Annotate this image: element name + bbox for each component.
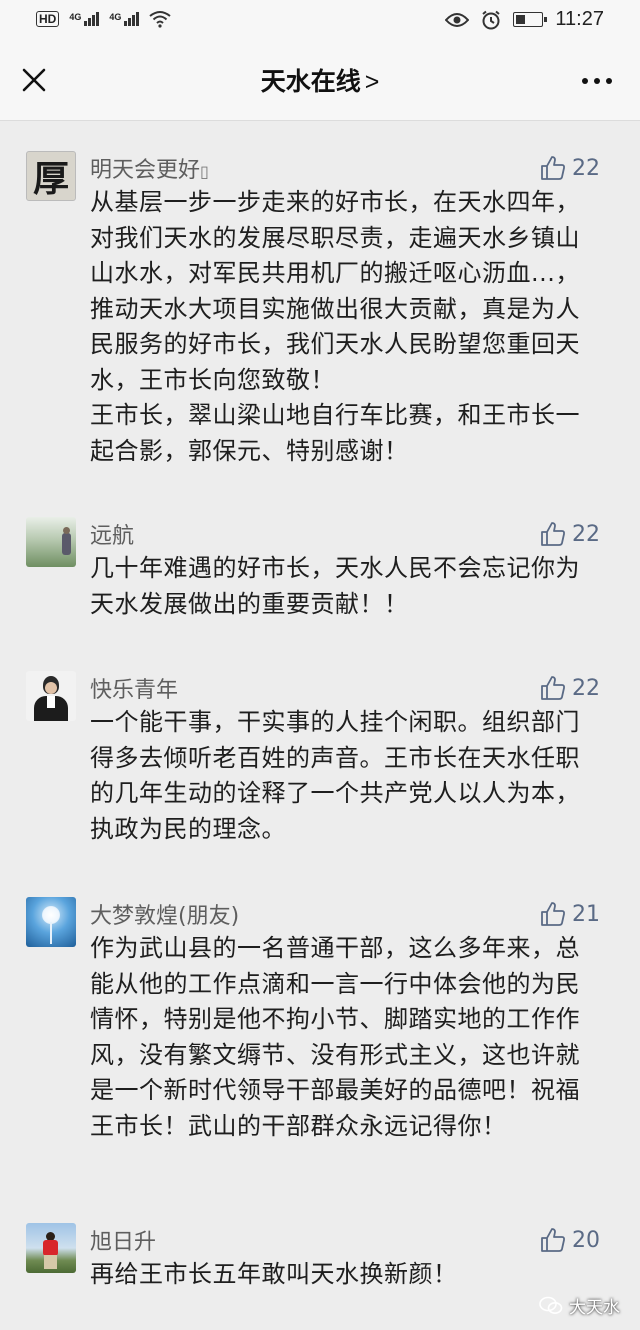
like-count: 20 [572,1227,600,1253]
signal-icon-sim2: 4G [109,12,140,26]
thumbs-up-icon [541,676,565,700]
comment-item: 远航 22 几十年难遇的好市长，天水人民不会忘记你为天水发展做出的重要贡献！！ [0,517,640,622]
thumbs-up-icon [541,522,565,546]
comment-text: 再给王市长五年敢叫天水换新颜！ [90,1260,458,1288]
like-count: 22 [572,521,600,547]
more-options-icon[interactable] [582,78,612,84]
clock: 11:27 [555,8,604,30]
watermark-text: 大天水 [569,1298,620,1318]
watermark: 大天水 [539,1293,620,1318]
wifi-icon [149,11,171,28]
battery-icon [513,12,548,27]
hd-indicator: HD [36,11,60,27]
commenter-name: 快乐青年 [90,678,179,703]
commenter-name: 旭日升 [90,1230,157,1255]
page-title-text: 天水在线 [260,68,361,96]
comment-item: 大梦敦煌(朋友) 21 作为武山县的一名普通干部，这么多年来，总能从他的工作点滴… [0,897,640,1144]
avatar[interactable] [26,1223,76,1273]
like-count: 21 [572,901,600,927]
comment-text: 作为武山县的一名普通干部，这么多年来，总能从他的工作点滴和一言一行中体会他的为民… [90,934,580,1140]
avatar[interactable] [26,671,76,721]
signal-icon-sim1: 4G [69,12,100,26]
avatar[interactable] [26,897,76,947]
nav-bar: 天水在线 > [0,44,640,121]
comment-item: 旭日升 20 再给王市长五年敢叫天水换新颜！ [0,1223,640,1293]
like-count: 22 [572,675,600,701]
network-type-label: 4G [69,12,82,22]
wechat-icon [539,1296,563,1314]
like-count: 22 [572,155,600,181]
like-button[interactable]: 22 [540,155,600,181]
chevron-right-icon: > [364,68,380,96]
eye-icon [445,12,470,27]
avatar-calligraphy: 厚 [32,158,69,200]
commenter-name: 大梦敦煌(朋友) [90,904,240,929]
comment-text: 从基层一步一步走来的好市长，在天水四年，对我们天水的发展尽职尽责，走遍天水乡镇山… [90,188,580,465]
like-button[interactable]: 22 [540,521,600,547]
like-button[interactable]: 22 [540,675,600,701]
thumbs-up-icon [541,1228,565,1252]
comment-item: 快乐青年 22 一个能干事，干实事的人挂个闲职。组织部门得多去倾听老百姓的声音。… [0,671,640,847]
avatar[interactable] [26,517,76,567]
comment-item: 厚 明天会更好▯ 22 从基层一步一步走来的好市长，在天水四年，对我们天水的发展… [0,151,640,469]
page-title[interactable]: 天水在线 > [0,44,640,120]
commenter-name: 远航 [90,524,135,549]
comment-text: 几十年难遇的好市长，天水人民不会忘记你为天水发展做出的重要贡献！！ [90,554,580,618]
thumbs-up-icon [541,902,565,926]
avatar[interactable]: 厚 [26,151,76,201]
alarm-icon [482,10,501,29]
like-button[interactable]: 21 [540,901,600,927]
like-button[interactable]: 20 [540,1227,600,1253]
thumbs-up-icon [541,156,565,180]
comment-text: 一个能干事，干实事的人挂个闲职。组织部门得多去倾听老百姓的声音。王市长在天水任职… [90,708,580,843]
status-bar: HD 4G 4G 11:27 [0,0,640,44]
network-type-label: 4G [109,12,122,22]
commenter-name: 明天会更好▯ [90,158,209,183]
